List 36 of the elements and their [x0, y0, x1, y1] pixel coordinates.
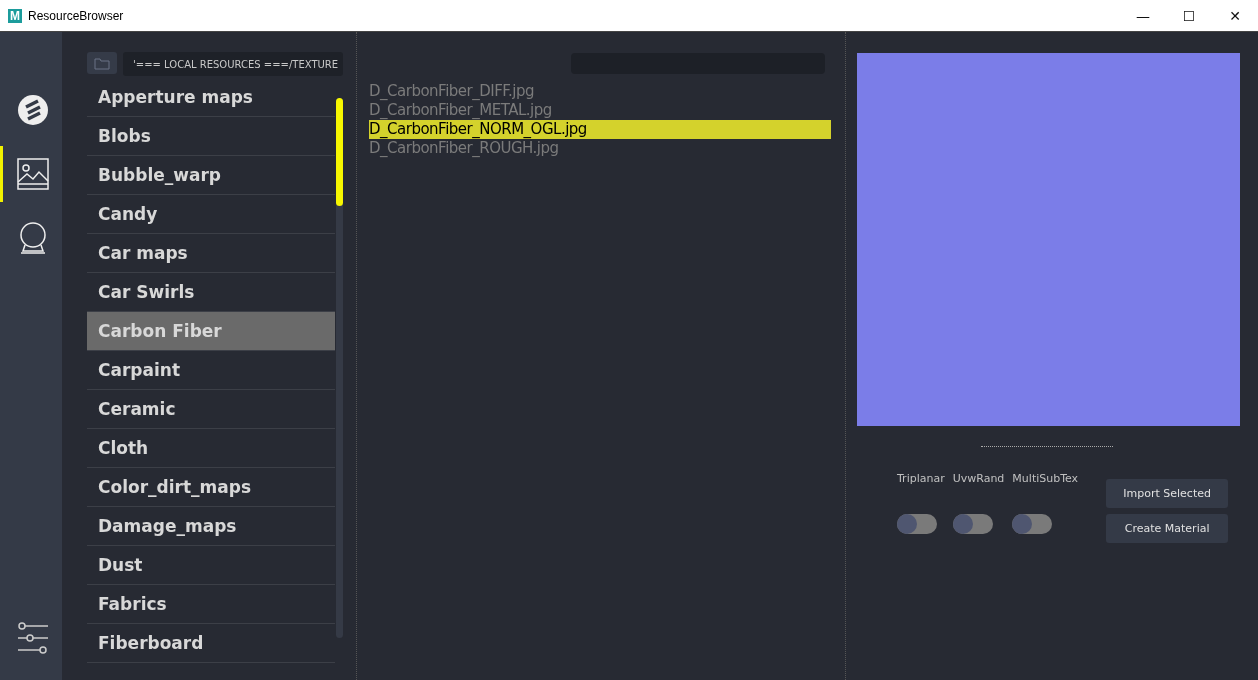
window-control[interactable]: ☐ [1166, 0, 1212, 31]
image-icon [16, 158, 49, 190]
category-item[interactable]: Fiberboard [87, 624, 335, 663]
toggle-switch[interactable] [1012, 513, 1053, 534]
category-item[interactable]: Damage_maps [87, 507, 335, 546]
scrollbar-thumb[interactable] [336, 98, 343, 206]
s-logo-icon [16, 94, 49, 126]
folder-icon [94, 56, 110, 70]
toggle-label: MultiSubTex [1012, 472, 1079, 486]
path-field[interactable]: '=== LOCAL RESOURCES ===/TEXTURE [123, 52, 343, 76]
category-item[interactable]: Bubble_warp [87, 156, 335, 195]
toggle-switch[interactable] [952, 513, 993, 534]
toggle-label: Triplanar [897, 472, 945, 486]
category-item[interactable]: Blobs [87, 117, 335, 156]
category-item[interactable]: Ceramic [87, 390, 335, 429]
category-item[interactable]: Dust [87, 546, 335, 585]
category-item[interactable]: Candy [87, 195, 335, 234]
settings-icon [16, 622, 49, 654]
category-item[interactable]: Carpaint [87, 351, 335, 390]
category-item[interactable]: Color_dirt_maps [87, 468, 335, 507]
scrollbar[interactable] [336, 98, 343, 638]
action-button[interactable]: Create Material [1106, 514, 1229, 543]
toggle-switch[interactable] [897, 513, 937, 534]
category-item[interactable]: Car maps [87, 234, 335, 273]
window-title: ResourceBrowser [28, 8, 125, 23]
category-item[interactable]: Apperture maps [87, 78, 335, 117]
file-item[interactable]: D_CarbonFiber_NORM_OGL.jpg [369, 120, 831, 139]
window-control[interactable]: ✕ [1212, 0, 1258, 31]
crystal-ball-icon [17, 221, 48, 255]
action-button[interactable]: Import Selected [1106, 479, 1229, 508]
app-logo: M [8, 8, 22, 23]
category-item[interactable]: Cloth [87, 429, 335, 468]
category-item[interactable]: Carbon Fiber [87, 312, 335, 351]
toggle-label: UvwRand [952, 472, 1005, 486]
window-control[interactable]: — [1120, 0, 1166, 31]
category-item[interactable]: Fabrics [87, 585, 335, 624]
